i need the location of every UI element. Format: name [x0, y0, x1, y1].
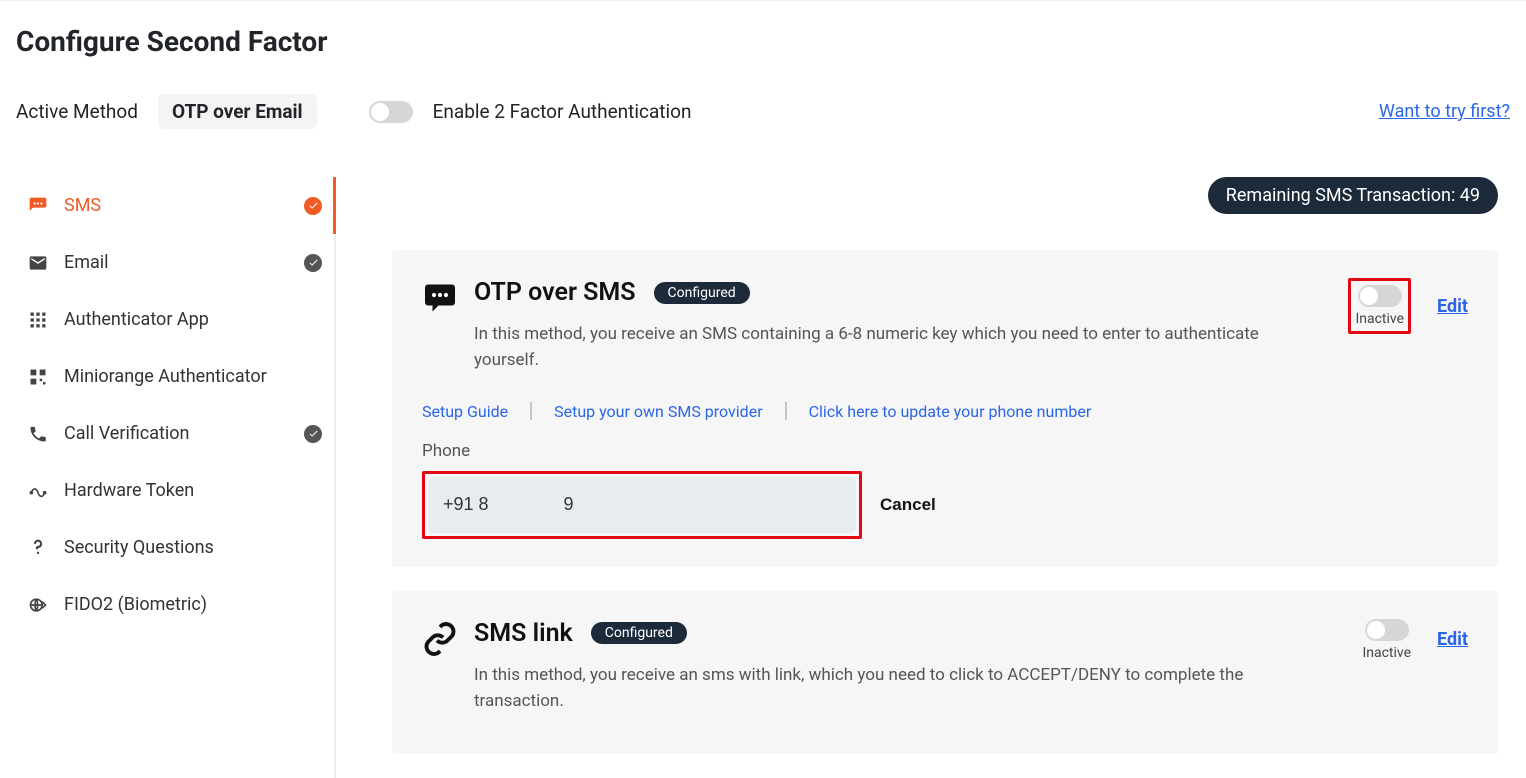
- check-icon: [304, 197, 322, 215]
- inactive-label: Inactive: [1355, 311, 1404, 327]
- sidebar-item-email[interactable]: Email: [16, 234, 334, 291]
- toggle-highlight: Inactive: [1348, 278, 1411, 334]
- email-icon: [28, 253, 48, 273]
- sidebar-item-label: Security Questions: [64, 537, 322, 558]
- otp-sms-active-toggle[interactable]: [1358, 285, 1402, 307]
- divider: [785, 402, 787, 420]
- method-description: In this method, you receive an SMS conta…: [474, 321, 1304, 374]
- sidebar: SMS Email: [16, 177, 336, 778]
- sidebar-item-label: Hardware Token: [64, 480, 322, 501]
- want-to-try-link[interactable]: Want to try first?: [1379, 101, 1510, 122]
- method-card-otp-sms: OTP over SMS Configured In this method, …: [392, 250, 1498, 567]
- sidebar-item-fido2[interactable]: FIDO2 (Biometric): [16, 576, 334, 633]
- method-card-sms-link: SMS link Configured In this method, you …: [392, 591, 1498, 755]
- check-icon: [304, 425, 322, 443]
- edit-link[interactable]: Edit: [1437, 629, 1468, 650]
- sidebar-item-authenticator[interactable]: Authenticator App: [16, 291, 334, 348]
- phone-label: Phone: [422, 441, 1468, 461]
- sidebar-item-call[interactable]: Call Verification: [16, 405, 334, 462]
- inactive-label: Inactive: [1362, 645, 1411, 661]
- update-phone-link[interactable]: Click here to update your phone number: [809, 402, 1092, 421]
- page-title: Configure Second Factor: [16, 25, 1510, 58]
- sidebar-item-label: Authenticator App: [64, 309, 322, 330]
- sidebar-item-hardware[interactable]: Hardware Token: [16, 462, 334, 519]
- toggle-knob: [371, 103, 389, 121]
- divider: [530, 402, 532, 420]
- sidebar-item-sms[interactable]: SMS: [16, 177, 334, 234]
- apps-icon: [28, 310, 48, 330]
- method-title: OTP over SMS: [474, 278, 636, 307]
- enable-2fa-label: Enable 2 Factor Authentication: [433, 100, 692, 123]
- active-method-label: Active Method: [16, 100, 138, 123]
- sidebar-item-miniorange[interactable]: Miniorange Authenticator: [16, 348, 334, 405]
- sms-link-active-toggle[interactable]: [1365, 619, 1409, 641]
- sidebar-item-label: SMS: [64, 195, 288, 216]
- method-title: SMS link: [474, 619, 573, 648]
- configured-badge: Configured: [654, 282, 750, 304]
- sms-bubble-icon: [422, 280, 458, 316]
- header-row: Active Method OTP over Email Enable 2 Fa…: [16, 94, 1510, 129]
- sms-icon: [28, 196, 48, 216]
- sidebar-item-label: Miniorange Authenticator: [64, 366, 322, 387]
- sms-provider-link[interactable]: Setup your own SMS provider: [554, 402, 763, 421]
- sidebar-item-label: FIDO2 (Biometric): [64, 594, 322, 615]
- phone-input-highlight: [422, 471, 862, 539]
- active-method-badge: OTP over Email: [158, 94, 317, 129]
- sidebar-item-label: Call Verification: [64, 423, 288, 444]
- edit-link[interactable]: Edit: [1437, 296, 1468, 317]
- globe-icon: [28, 595, 48, 615]
- cancel-button[interactable]: Cancel: [880, 495, 936, 515]
- phone-input[interactable]: [428, 477, 856, 533]
- enable-2fa-toggle[interactable]: [369, 101, 413, 123]
- check-icon: [304, 254, 322, 272]
- question-icon: [28, 538, 48, 558]
- remaining-sms-badge: Remaining SMS Transaction: 49: [1208, 177, 1498, 214]
- sidebar-item-label: Email: [64, 252, 288, 273]
- phone-icon: [28, 424, 48, 444]
- setup-guide-link[interactable]: Setup Guide: [422, 402, 508, 421]
- content-area: Remaining SMS Transaction: 49 OTP over S…: [392, 177, 1510, 778]
- help-links-row: Setup Guide Setup your own SMS provider …: [422, 402, 1468, 421]
- toggle-knob: [1360, 287, 1378, 305]
- method-description: In this method, you receive an sms with …: [474, 662, 1304, 715]
- link-icon: [422, 621, 458, 657]
- toggle-knob: [1367, 621, 1385, 639]
- sidebar-item-security-questions[interactable]: Security Questions: [16, 519, 334, 576]
- configured-badge: Configured: [591, 622, 687, 644]
- token-icon: [28, 481, 48, 501]
- qr-icon: [28, 367, 48, 387]
